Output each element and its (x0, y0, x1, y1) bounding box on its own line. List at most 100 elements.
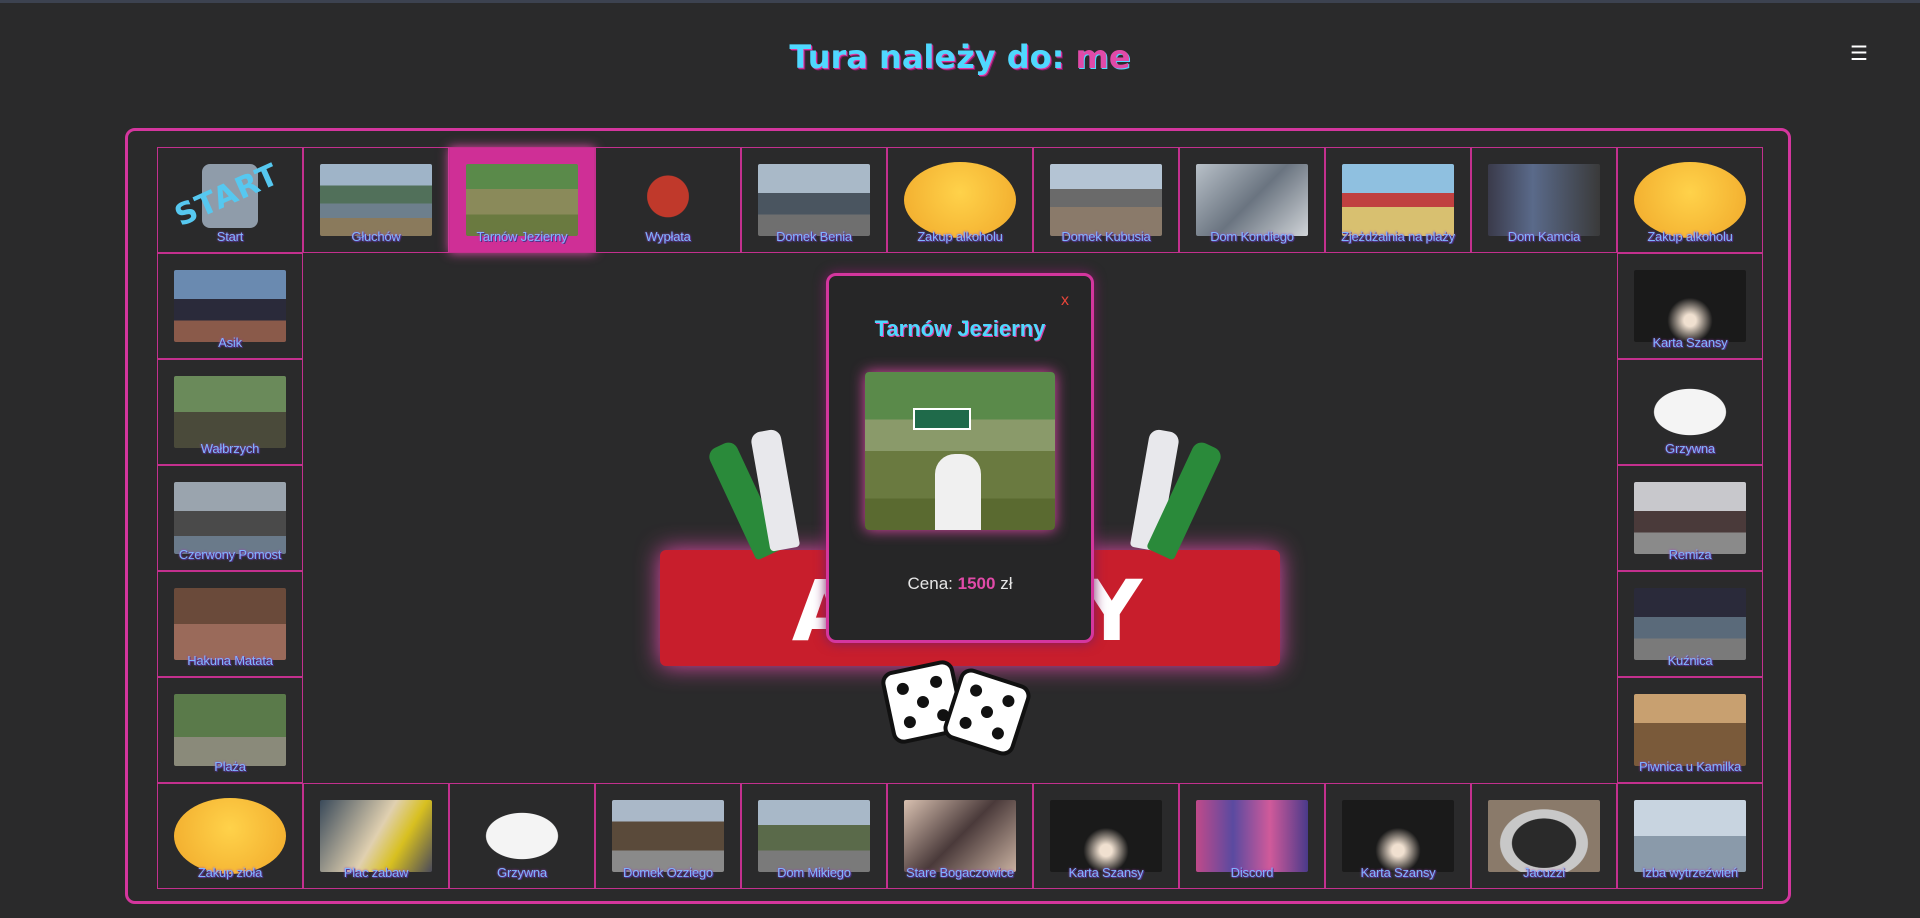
field-label: Wypłata (645, 229, 691, 244)
field-photo (466, 800, 578, 872)
popup-photo (865, 372, 1055, 530)
field-photo (1634, 694, 1746, 766)
field-label: Domek Kubusia (1061, 229, 1151, 244)
board-field[interactable]: Izba wytrzeźwień (1617, 783, 1763, 889)
board-field[interactable]: Discord (1179, 783, 1325, 889)
turn-label: Tura należy do: (789, 38, 1065, 76)
field-label: Tarnów Jezierny (476, 229, 568, 244)
field-label: Zakup alkoholu (917, 229, 1003, 244)
road-sign (913, 408, 971, 430)
field-photo (1634, 800, 1746, 872)
board-field-active[interactable]: Tarnów Jezierny (449, 147, 595, 253)
field-photo (1050, 800, 1162, 872)
board-field[interactable]: Piwnica u Kamilka (1617, 677, 1763, 783)
price-text: Cena: 1500 zł (829, 574, 1091, 594)
field-photo (612, 800, 724, 872)
board-field-start[interactable]: START Start (157, 147, 303, 253)
board-field[interactable]: Karta Szansy (1617, 253, 1763, 359)
board-field[interactable]: Głuchów (303, 147, 449, 253)
field-label: Domek Ozziego (623, 865, 713, 880)
hamburger-icon[interactable]: ☰ (1848, 44, 1870, 64)
board-field[interactable]: Zakup alkoholu (887, 147, 1033, 253)
field-photo (1488, 164, 1600, 236)
turn-player: me (1075, 38, 1131, 76)
board-field[interactable]: Zakup alkoholu (1617, 147, 1763, 253)
field-label: Zakup zioła (197, 865, 263, 880)
field-label: Karta Szansy (1360, 865, 1436, 880)
field-photo (1050, 164, 1162, 236)
board-field[interactable]: Asik (157, 253, 303, 359)
board-field[interactable]: Jacuzzi (1471, 783, 1617, 889)
field-label: Dom Kondiego (1210, 229, 1294, 244)
board-field[interactable]: Domek Benia (741, 147, 887, 253)
board-field[interactable]: Dom Mikiego (741, 783, 887, 889)
field-photo (174, 482, 286, 554)
field-label: Remiza (1668, 547, 1712, 562)
board-field[interactable]: Plaża (157, 677, 303, 783)
field-label: Plac zabaw (343, 865, 409, 880)
board-field[interactable]: Czerwony Pomost (157, 465, 303, 571)
board-field[interactable]: Grzywna (449, 783, 595, 889)
price-currency: zł (1000, 574, 1013, 593)
field-label: Hakuna Matata (187, 653, 273, 668)
field-photo (1634, 482, 1746, 554)
board-field[interactable]: Zakup zioła (157, 783, 303, 889)
field-photo (1634, 588, 1746, 660)
board-field[interactable]: Remiza (1617, 465, 1763, 571)
field-label: Grzywna (1665, 441, 1715, 456)
field-details-popup: x Tarnów Jezierny Cena: 1500 zł (826, 273, 1094, 643)
field-photo (904, 800, 1016, 872)
person-figure (935, 454, 981, 530)
board-field[interactable]: Domek Ozziego (595, 783, 741, 889)
field-photo (320, 800, 432, 872)
field-photo (174, 376, 286, 448)
field-label: Głuchów (351, 229, 401, 244)
dice-icon[interactable] (880, 655, 1040, 765)
field-label: Wałbrzych (200, 441, 260, 456)
field-label: Dom Mikiego (777, 865, 851, 880)
field-label: Karta Szansy (1068, 865, 1144, 880)
field-photo (466, 164, 578, 236)
field-photo (1196, 164, 1308, 236)
field-label: Discord (1230, 865, 1274, 880)
field-photo (1342, 800, 1454, 872)
board-field[interactable]: Dom Kondiego (1179, 147, 1325, 253)
board-field[interactable]: Zjeżdżalnia na plaży (1325, 147, 1471, 253)
field-label: Grzywna (497, 865, 547, 880)
field-label: Plaża (214, 759, 246, 774)
board-field[interactable]: Karta Szansy (1033, 783, 1179, 889)
board-field[interactable]: Domek Kubusia (1033, 147, 1179, 253)
top-border (0, 0, 1920, 3)
board-field[interactable]: Karta Szansy (1325, 783, 1471, 889)
field-photo (1488, 800, 1600, 872)
board-field[interactable]: Grzywna (1617, 359, 1763, 465)
board-field[interactable]: Dom Kamcia (1471, 147, 1617, 253)
turn-indicator: Tura należy do: me (0, 38, 1920, 76)
field-photo (1342, 164, 1454, 236)
board-field[interactable]: Hakuna Matata (157, 571, 303, 677)
field-label: Zakup alkoholu (1647, 229, 1733, 244)
board-field[interactable]: Wypłata (595, 147, 741, 253)
board-field[interactable]: Kuźnica (1617, 571, 1763, 677)
field-label: Karta Szansy (1652, 335, 1728, 350)
field-photo (174, 270, 286, 342)
popup-title: Tarnów Jezierny (874, 316, 1046, 341)
field-photo (1634, 270, 1746, 342)
field-photo (1634, 162, 1746, 238)
field-photo (758, 800, 870, 872)
field-label: Izba wytrzeźwień (1642, 865, 1738, 880)
board-field[interactable]: Wałbrzych (157, 359, 303, 465)
field-label: Stare Bogaczowice (906, 865, 1014, 880)
field-label: Domek Benia (776, 229, 852, 244)
field-label: Piwnica u Kamilka (1638, 759, 1742, 774)
field-photo (174, 588, 286, 660)
close-icon[interactable]: x (1061, 292, 1069, 310)
field-label: Asik (218, 335, 242, 350)
field-photo (1196, 800, 1308, 872)
board-field[interactable]: Stare Bogaczowice (887, 783, 1033, 889)
field-label: Jacuzzi (1523, 865, 1565, 880)
board-field[interactable]: Plac zabaw (303, 783, 449, 889)
field-label: Dom Kamcia (1507, 229, 1581, 244)
price-value: 1500 (957, 574, 996, 593)
field-label: Kuźnica (1667, 653, 1713, 668)
